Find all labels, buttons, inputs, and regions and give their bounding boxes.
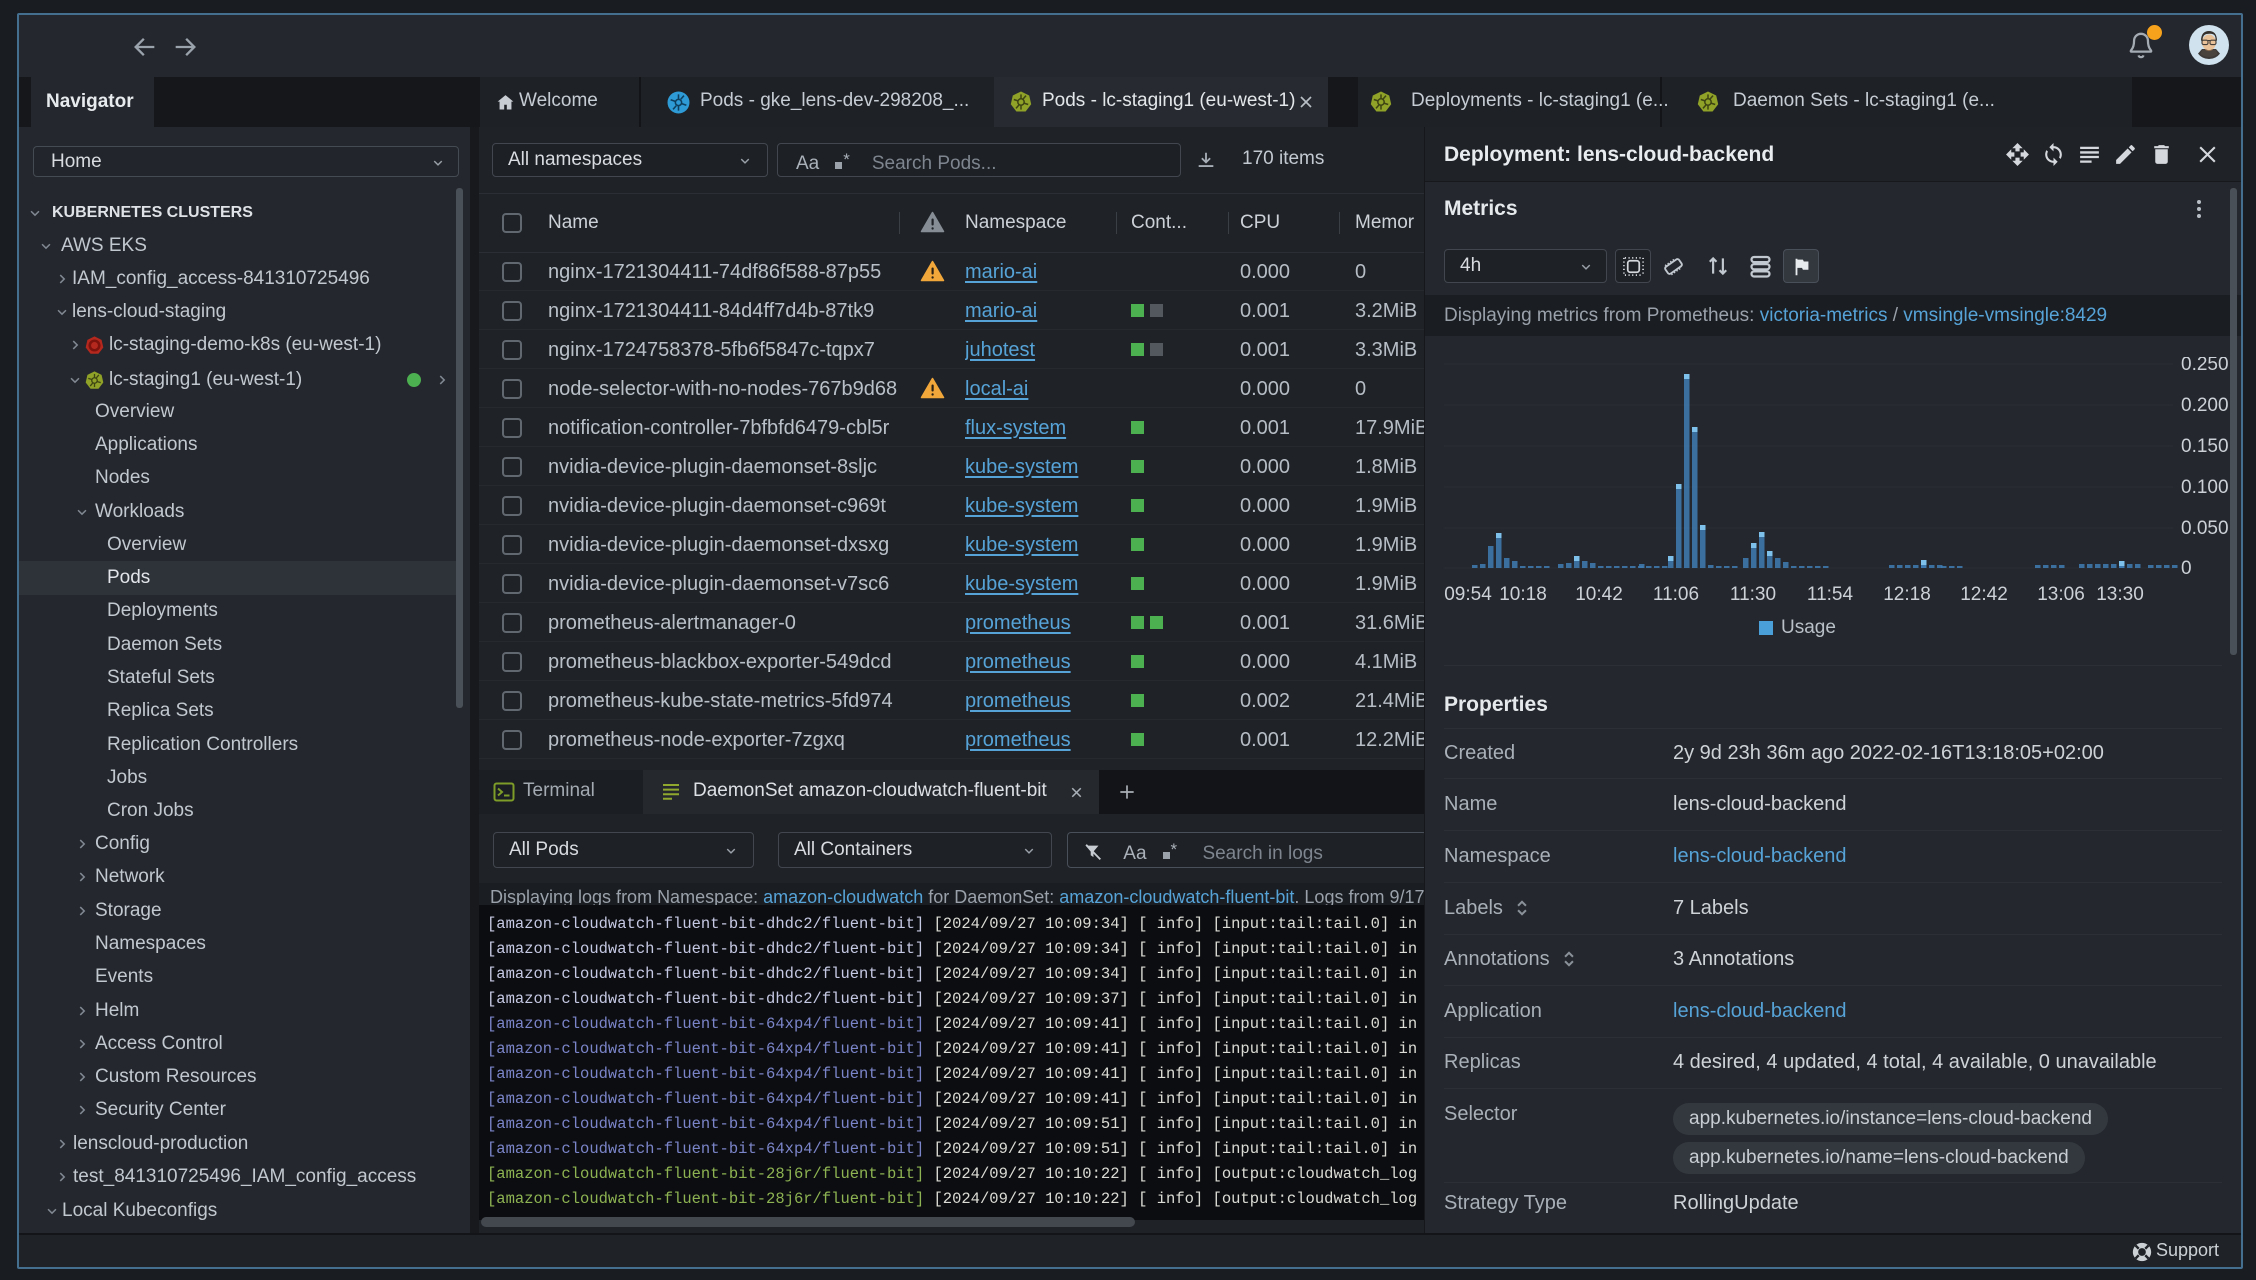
svg-text:11:30: 11:30	[1730, 584, 1776, 605]
svg-text:10:18: 10:18	[1499, 584, 1547, 605]
svg-text:0.100: 0.100	[2181, 477, 2229, 498]
svg-text:12:18: 12:18	[1883, 584, 1931, 605]
svg-text:0: 0	[2181, 558, 2192, 579]
svg-text:13:06: 13:06	[2037, 584, 2085, 605]
svg-text:12:42: 12:42	[1960, 584, 2008, 605]
svg-text:0.200: 0.200	[2181, 395, 2229, 416]
svg-text:0.050: 0.050	[2181, 518, 2229, 539]
svg-text:09:54: 09:54	[1444, 584, 1492, 605]
svg-text:10:42: 10:42	[1575, 584, 1623, 605]
svg-text:11:06: 11:06	[1653, 584, 1699, 605]
svg-text:0.150: 0.150	[2181, 436, 2229, 457]
svg-text:11:54: 11:54	[1807, 584, 1854, 605]
svg-text:13:30: 13:30	[2096, 584, 2144, 605]
svg-text:0.250: 0.250	[2181, 357, 2229, 375]
